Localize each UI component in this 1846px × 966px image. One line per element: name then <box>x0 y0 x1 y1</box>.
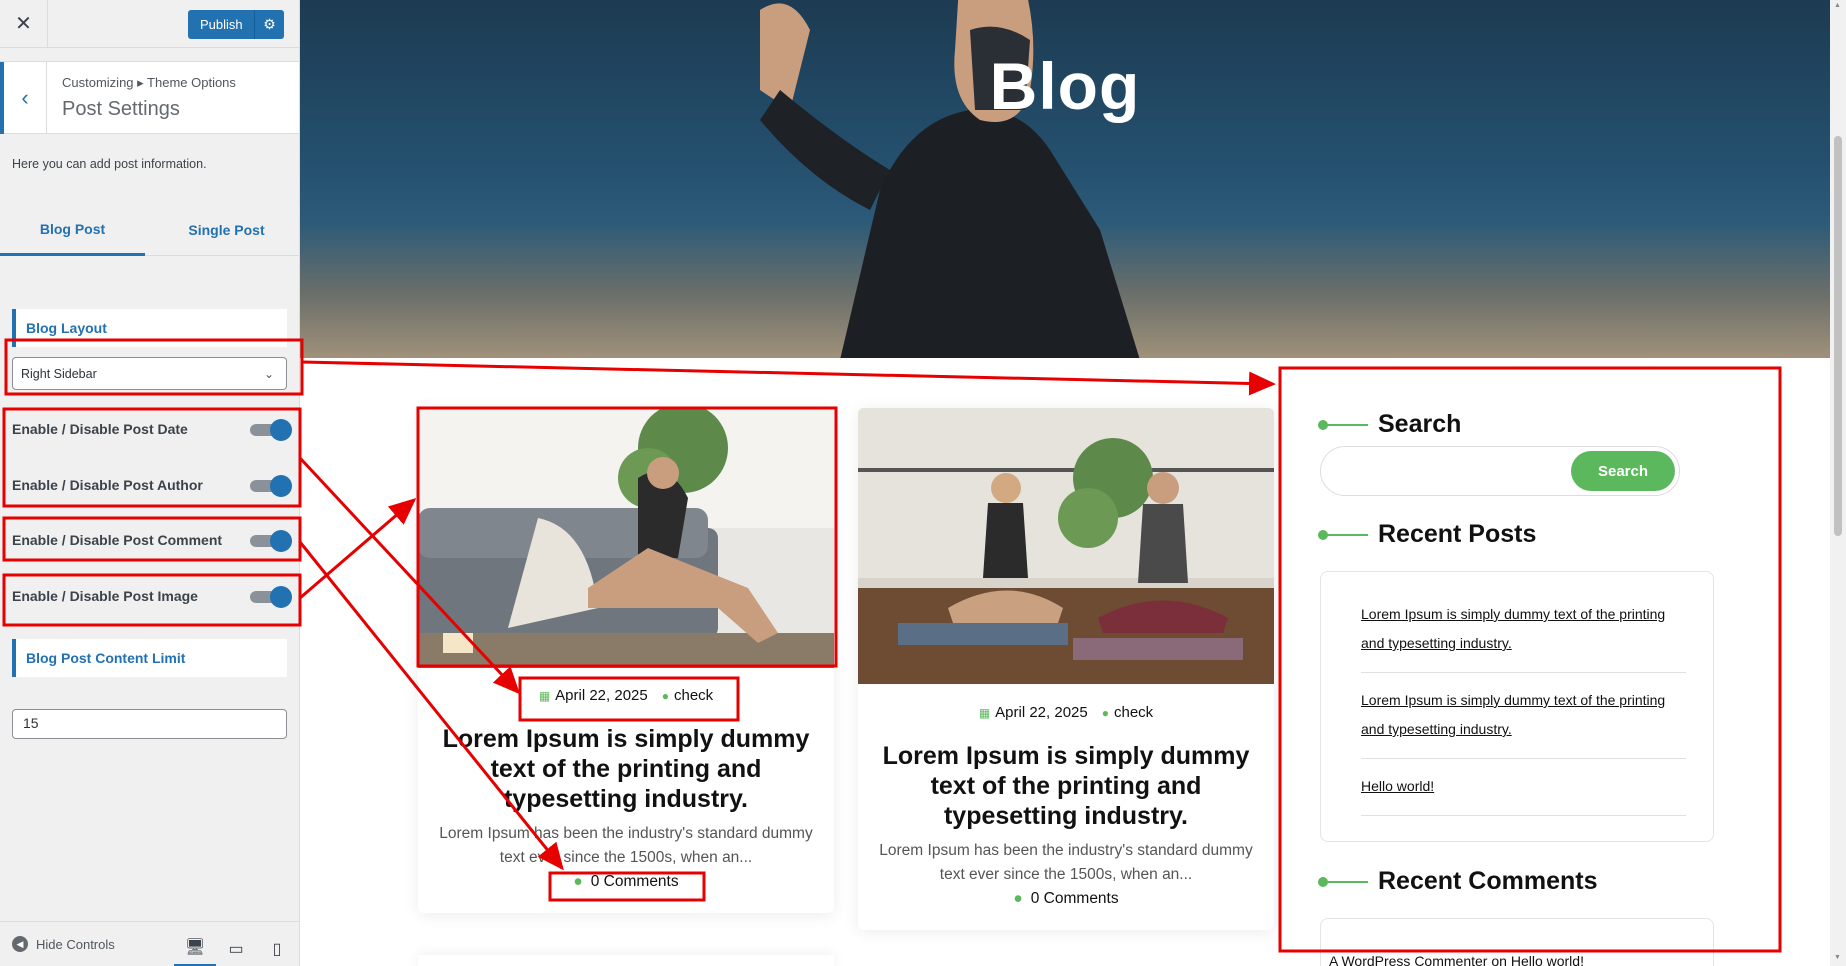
recent-post-link[interactable]: Lorem Ipsum is simply dummy text of the … <box>1361 686 1686 744</box>
post-comments[interactable]: ● 0 Comments <box>418 873 834 891</box>
mobile-preview-icon[interactable]: ▯ <box>256 930 298 966</box>
tab-blog-post[interactable]: Blog Post <box>0 204 145 256</box>
recent-post-link[interactable]: Hello world! <box>1361 772 1686 801</box>
toggle-label: Enable / Disable Post Author <box>12 477 203 493</box>
scroll-down-icon[interactable]: ▼ <box>1834 954 1842 962</box>
post-thumbnail[interactable] <box>418 408 834 668</box>
hide-controls-button[interactable]: ◀ Hide Controls <box>12 936 115 952</box>
section-header: ‹ Customizing ▸ Theme Options Post Setti… <box>0 61 299 134</box>
post-image-toggle[interactable] <box>250 586 292 608</box>
page-title: Blog <box>989 49 1141 123</box>
chevron-down-icon: ⌄ <box>263 366 274 381</box>
toggle-label: Enable / Disable Post Date <box>12 421 188 437</box>
toggle-row-post-date: Enable / Disable Post Date <box>12 417 292 441</box>
settings-tabs: Blog Post Single Post <box>0 204 299 256</box>
post-date[interactable]: ▦ April 22, 2025 <box>979 704 1088 721</box>
post-title[interactable]: Lorem Ipsum is simply dummy text of the … <box>438 724 814 814</box>
site-preview: Blog ▦ April 22, 2025 ● check Lorem Ipsu… <box>300 0 1830 966</box>
toggle-label: Enable / Disable Post Image <box>12 588 198 604</box>
post-excerpt: Lorem Ipsum has been the industry's stan… <box>879 842 1253 883</box>
post-meta: ▦ April 22, 2025 ● check <box>858 704 1274 721</box>
post-author-toggle[interactable] <box>250 475 292 497</box>
section-title: Post Settings <box>62 98 180 120</box>
hide-controls-label: Hide Controls <box>36 936 115 952</box>
content-limit-input[interactable]: 15 <box>12 709 287 739</box>
divider <box>1361 672 1686 673</box>
comments-icon: ● <box>1013 890 1023 907</box>
customizer-footer: ◀ Hide Controls 🖥 ▭ ▯ <box>0 921 299 966</box>
toggle-row-post-image: Enable / Disable Post Image <box>12 584 292 608</box>
post-title[interactable]: Lorem Ipsum is simply dummy text of the … <box>878 741 1254 831</box>
collapse-icon: ◀ <box>12 936 28 952</box>
comments-icon: ● <box>573 873 583 890</box>
tablet-preview-icon[interactable]: ▭ <box>215 930 257 966</box>
user-icon: ● <box>1101 706 1109 720</box>
recent-posts-list: Lorem Ipsum is simply dummy text of the … <box>1320 571 1714 842</box>
blog-layout-select[interactable]: Right Sidebar ⌄ <box>12 357 287 390</box>
search-input[interactable]: Search <box>1320 446 1680 496</box>
post-date[interactable]: ▦ April 22, 2025 <box>539 687 648 704</box>
publish-label: Publish <box>200 17 243 32</box>
post-thumbnail[interactable] <box>858 408 1274 684</box>
page-scrollbar[interactable]: ▲ ▼ <box>1830 0 1846 966</box>
back-arrow-icon[interactable]: ‹ <box>0 62 47 134</box>
blog-layout-value: Right Sidebar <box>21 366 97 381</box>
customizer-panel: ✕ Publish ⚙ ‹ Customizing ▸ Theme Option… <box>0 0 300 966</box>
post-author[interactable]: ● check <box>662 687 713 704</box>
post-author[interactable]: ● check <box>1102 704 1153 721</box>
post-card: ▦ April 22, 2025 ● check Lorem Ipsum is si… <box>418 408 834 913</box>
post-card <box>418 955 834 966</box>
scroll-up-icon[interactable]: ▲ <box>1834 2 1842 10</box>
calendar-icon: ▦ <box>538 689 551 703</box>
post-card: ▦ April 22, 2025 ● check Lorem Ipsum is si… <box>858 408 1274 930</box>
blog-layout-heading: Blog Layout <box>12 309 287 347</box>
search-widget-heading: Search <box>1318 410 1461 439</box>
toggle-label: Enable / Disable Post Comment <box>12 532 223 548</box>
content-limit-heading: Blog Post Content Limit <box>12 639 287 677</box>
recent-comment-item: A WordPress Commenter on Hello world! <box>1329 953 1584 966</box>
calendar-icon: ▦ <box>978 706 991 720</box>
customizer-header-bar: ✕ Publish ⚙ <box>0 0 299 48</box>
divider <box>1361 758 1686 759</box>
divider <box>1361 815 1686 816</box>
scroll-thumb[interactable] <box>1834 136 1842 536</box>
recent-post-link[interactable]: Lorem Ipsum is simply dummy text of the … <box>1361 600 1686 658</box>
heading-accent-icon <box>1318 876 1368 887</box>
comment-post-link[interactable]: Hello world! <box>1511 953 1584 966</box>
gear-icon[interactable]: ⚙ <box>254 10 284 39</box>
close-icon[interactable]: ✕ <box>0 0 48 47</box>
post-date-toggle[interactable] <box>250 419 292 441</box>
breadcrumb: Customizing ▸ Theme Options <box>62 75 236 90</box>
recent-comments-heading: Recent Comments <box>1318 867 1598 896</box>
search-button[interactable]: Search <box>1571 451 1675 491</box>
desktop-preview-icon[interactable]: 🖥 <box>174 930 216 966</box>
hero-banner: Blog <box>300 0 1830 358</box>
user-icon: ● <box>661 689 669 703</box>
publish-button[interactable]: Publish ⚙ <box>188 10 284 39</box>
toggle-row-post-comment: Enable / Disable Post Comment <box>12 528 292 552</box>
post-meta: ▦ April 22, 2025 ● check <box>418 687 834 704</box>
comment-author-link[interactable]: A WordPress Commenter <box>1329 953 1487 966</box>
post-comment-toggle[interactable] <box>250 530 292 552</box>
tab-single-post[interactable]: Single Post <box>154 204 299 256</box>
recent-posts-heading: Recent Posts <box>1318 520 1536 549</box>
post-excerpt: Lorem Ipsum has been the industry's stan… <box>439 825 813 866</box>
section-description: Here you can add post information. <box>12 157 207 171</box>
heading-accent-icon <box>1318 529 1368 540</box>
post-comments[interactable]: ● 0 Comments <box>858 890 1274 908</box>
toggle-row-post-author: Enable / Disable Post Author <box>12 473 292 497</box>
heading-accent-icon <box>1318 419 1368 430</box>
